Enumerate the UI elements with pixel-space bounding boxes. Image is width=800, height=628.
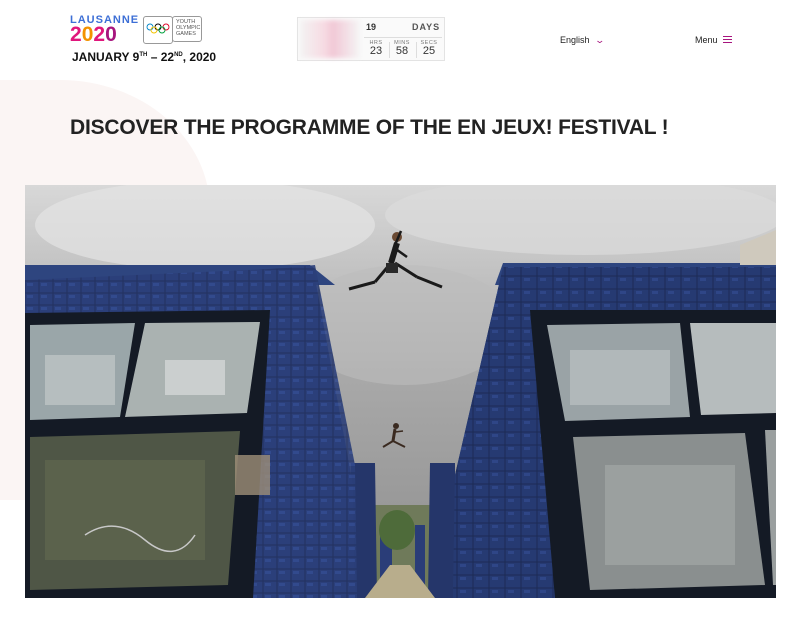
countdown-seconds: SECS 25 bbox=[417, 40, 441, 57]
countdown-unit-value: 25 bbox=[422, 45, 436, 57]
language-selector[interactable]: English ⌄ bbox=[560, 35, 605, 46]
youth-olympic-games-label: YOUTH OLYMPIC GAMES bbox=[172, 16, 202, 42]
logo-year: 2020 bbox=[70, 23, 117, 47]
dates-start: JANUARY 9 bbox=[72, 50, 140, 64]
hamburger-icon bbox=[722, 36, 732, 44]
countdown-image bbox=[300, 20, 360, 58]
event-dates: JANUARY 9TH – 22ND, 2020 bbox=[72, 50, 216, 64]
countdown-widget: 19 DAYS HRS 23 MINS 58 SECS 25 bbox=[297, 17, 445, 61]
countdown-hours: HRS 23 bbox=[364, 40, 388, 57]
countdown-days-label: DAYS bbox=[412, 22, 441, 32]
countdown-minutes: MINS 58 bbox=[390, 40, 414, 57]
language-label: English bbox=[560, 35, 590, 45]
yog-line: GAMES bbox=[176, 31, 196, 37]
logo-year-digit: 2 bbox=[93, 23, 106, 46]
page-title: DISCOVER THE PROGRAMME OF THE EN JEUX! F… bbox=[70, 116, 669, 139]
countdown-unit-value: 23 bbox=[369, 45, 383, 57]
logo-year-digit: 0 bbox=[105, 23, 117, 46]
countdown-days-value: 19 bbox=[366, 22, 377, 32]
dates-separator: – 22 bbox=[147, 50, 175, 64]
countdown-divider bbox=[364, 37, 442, 38]
chevron-down-icon: ⌄ bbox=[594, 35, 605, 45]
dates-end-suffix: ND bbox=[174, 52, 183, 58]
menu-label: Menu bbox=[695, 35, 718, 45]
dates-year: , 2020 bbox=[182, 50, 217, 64]
hero-image[interactable] bbox=[25, 185, 776, 598]
menu-button[interactable]: Menu bbox=[695, 35, 732, 45]
logo-year-digit: 0 bbox=[81, 23, 94, 46]
olympic-rings-icon bbox=[143, 16, 173, 44]
countdown-unit-value: 58 bbox=[395, 45, 409, 57]
logo-year-digit: 2 bbox=[70, 23, 82, 46]
lausanne-2020-logo[interactable]: LAUSANNE 2020 YOUTH OLYMPIC GAMES JANUAR… bbox=[70, 14, 216, 66]
